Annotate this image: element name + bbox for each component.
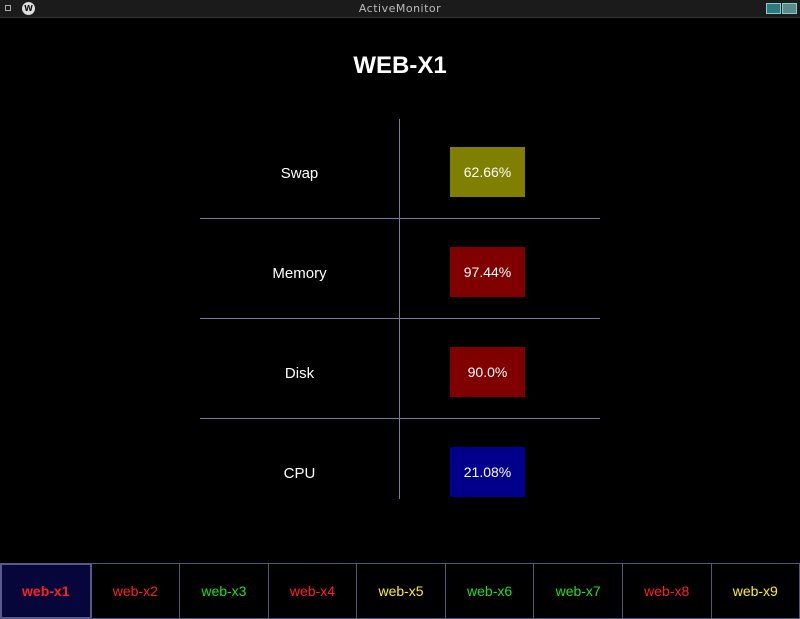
metric-value-swap: 62.66% [450,147,525,197]
grid-divider-vertical [399,119,400,499]
tab-web-x4[interactable]: web-x4 [267,563,358,619]
metric-value-cpu: 21.08% [450,447,525,497]
tab-web-x3[interactable]: web-x3 [179,563,269,619]
grid-divider-horizontal [200,318,600,319]
maximize-button[interactable] [782,3,797,14]
metric-label-memory: Memory [272,265,327,282]
tab-web-x1[interactable]: web-x1 [0,563,92,619]
tab-web-x2[interactable]: web-x2 [90,563,181,619]
grid-divider-horizontal [200,418,600,419]
window-title: ActiveMonitor [358,2,442,15]
grid-divider-horizontal [200,218,600,219]
tab-web-x5[interactable]: web-x5 [356,563,446,619]
minimize-button[interactable] [766,3,781,14]
host-tab-bar: web-x1 web-x2 web-x3 web-x4 web-x5 web-x… [0,563,800,619]
metric-value-disk: 90.0% [450,347,525,397]
metric-label-cpu: CPU [283,465,316,482]
tab-web-x9[interactable]: web-x9 [710,563,800,619]
metric-value-memory: 97.44% [450,247,525,297]
tab-web-x6[interactable]: web-x6 [444,563,535,619]
host-title: WEB-X1 [353,52,447,79]
metric-label-swap: Swap [280,165,319,182]
window-titlebar: W ActiveMonitor [0,0,800,18]
metric-label-disk: Disk [284,365,315,382]
tab-web-x8[interactable]: web-x8 [621,563,712,619]
tab-web-x7[interactable]: web-x7 [533,563,623,619]
